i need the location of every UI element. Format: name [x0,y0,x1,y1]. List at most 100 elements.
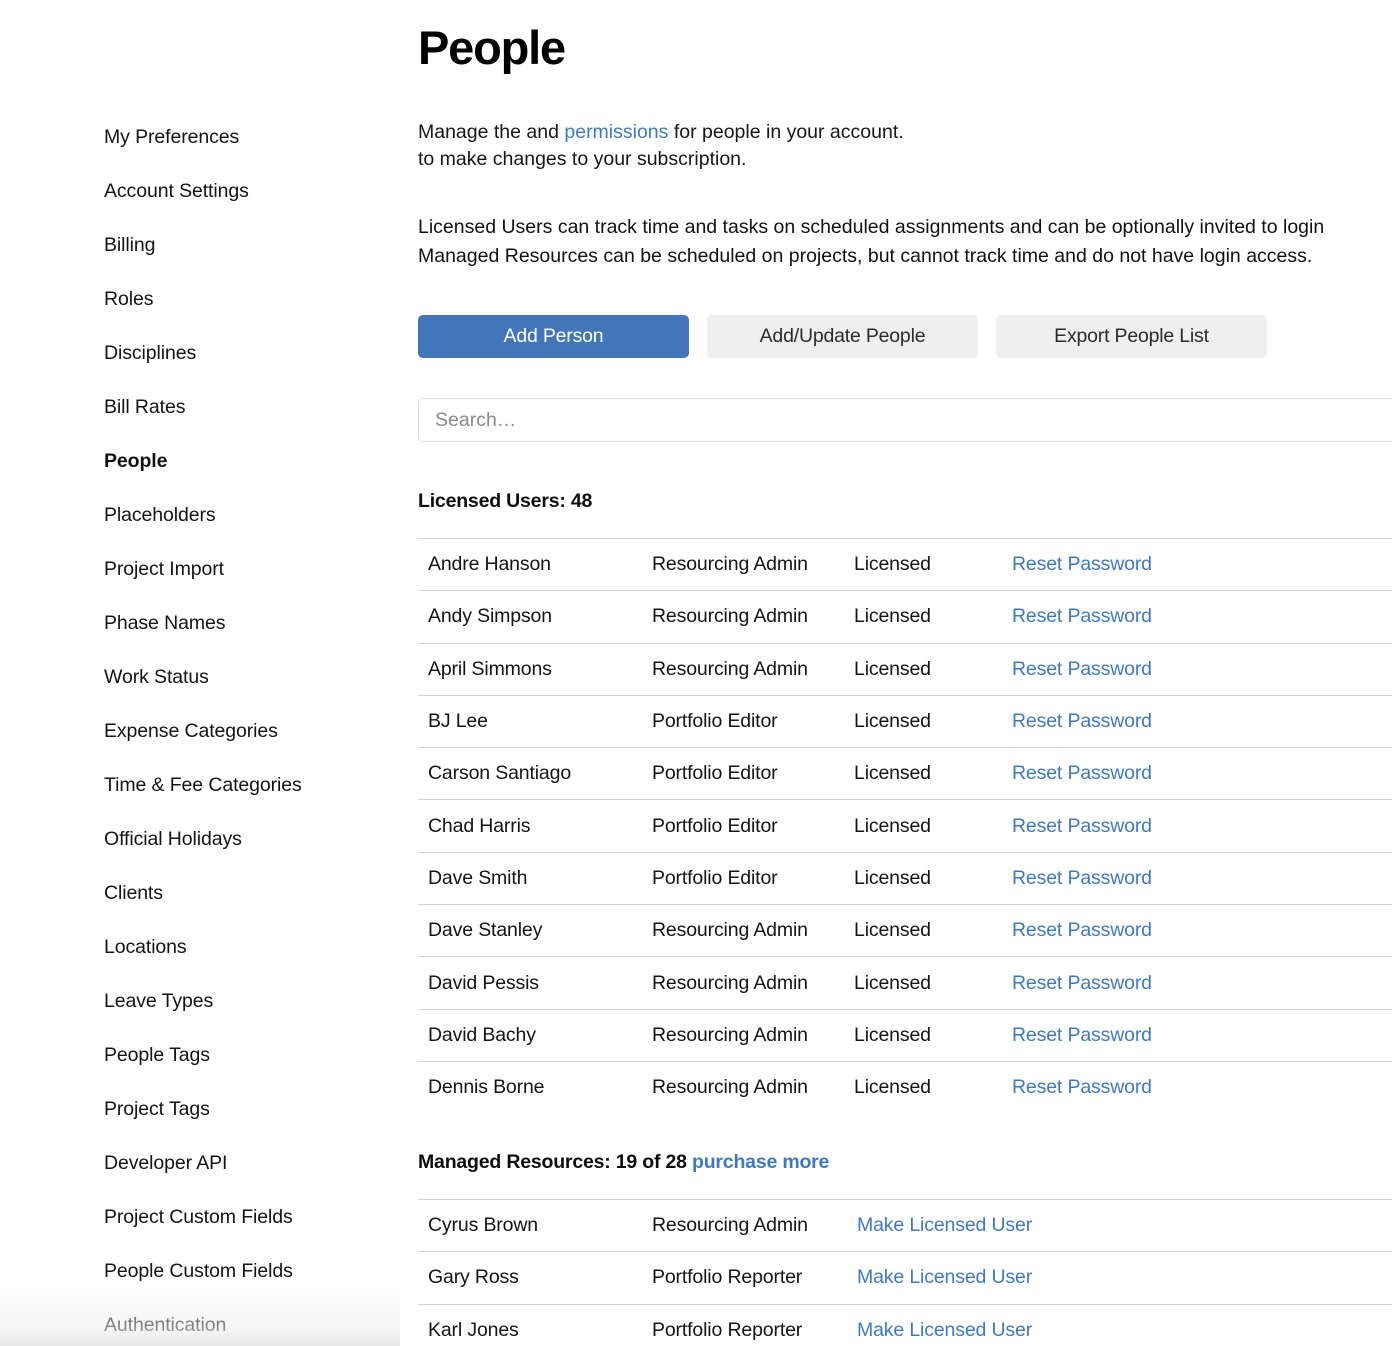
export-people-list-button[interactable]: Export People List [996,315,1267,358]
table-row: Andre HansonResourcing AdminLicensedRese… [418,539,1392,591]
table-row: Andy SimpsonResourcing AdminLicensedRese… [418,591,1392,643]
person-status: Licensed [854,867,1012,890]
note-line-2: Managed Resources can be scheduled on pr… [418,245,1312,267]
intro-after-link: for people in your account. [668,121,903,143]
person-role: Portfolio Editor [652,867,854,890]
reset-password-link[interactable]: Reset Password [1012,919,1152,942]
managed-resources-count: Managed Resources: 19 of 28 [418,1151,692,1173]
reset-password-link[interactable]: Reset Password [1012,815,1152,838]
permissions-link[interactable]: permissions [564,121,668,143]
person-status: Licensed [854,1076,1012,1099]
sidebar-item-people-custom-fields[interactable]: People Custom Fields [0,1244,400,1298]
sidebar-item-authentication[interactable]: Authentication [0,1298,400,1346]
intro-before-link: Manage the and [418,121,564,143]
make-licensed-user-link[interactable]: Make Licensed User [857,1266,1032,1289]
sidebar-item-clients[interactable]: Clients [0,866,400,920]
person-role: Resourcing Admin [652,1214,857,1237]
person-status: Licensed [854,658,1012,681]
sidebar-item-my-preferences[interactable]: My Preferences [0,110,400,164]
table-row: Carson SantiagoPortfolio EditorLicensedR… [418,748,1392,800]
person-status: Licensed [854,1024,1012,1047]
reset-password-link[interactable]: Reset Password [1012,972,1152,995]
person-name: Dennis Borne [418,1076,652,1099]
sidebar-item-work-status[interactable]: Work Status [0,650,400,704]
person-name: Gary Ross [418,1266,652,1289]
person-role: Resourcing Admin [652,919,854,942]
table-row: Karl JonesPortfolio ReporterMake License… [418,1305,1392,1346]
person-name: Andy Simpson [418,605,652,628]
managed-resources-table[interactable]: Cyrus BrownResourcing AdminMake Licensed… [418,1199,1392,1346]
licensed-users-table[interactable]: Andre HansonResourcing AdminLicensedRese… [418,538,1392,1103]
person-name: Cyrus Brown [418,1214,652,1237]
sidebar-item-account-settings[interactable]: Account Settings [0,164,400,218]
sidebar-item-bill-rates[interactable]: Bill Rates [0,380,400,434]
reset-password-link[interactable]: Reset Password [1012,867,1152,890]
sidebar-item-people[interactable]: People [0,434,400,488]
sidebar-item-placeholders[interactable]: Placeholders [0,488,400,542]
add-update-people-button[interactable]: Add/Update People [707,315,978,358]
licensed-users-heading: Licensed Users: 48 [418,490,1392,513]
add-person-button[interactable]: Add Person [418,315,689,358]
action-button-row: Add Person Add/Update People Export Peop… [418,315,1392,358]
sidebar-item-disciplines[interactable]: Disciplines [0,326,400,380]
make-licensed-user-link[interactable]: Make Licensed User [857,1214,1032,1237]
table-row: Gary RossPortfolio ReporterMake Licensed… [418,1252,1392,1304]
person-role: Resourcing Admin [652,658,854,681]
person-name: Dave Stanley [418,919,652,942]
person-name: David Bachy [418,1024,652,1047]
person-role: Portfolio Editor [652,710,854,733]
reset-password-link[interactable]: Reset Password [1012,1024,1152,1047]
settings-sidebar: My PreferencesAccount SettingsBillingRol… [0,0,400,1346]
person-role: Resourcing Admin [652,553,854,576]
reset-password-link[interactable]: Reset Password [1012,762,1152,785]
person-role: Portfolio Editor [652,762,854,785]
reset-password-link[interactable]: Reset Password [1012,553,1152,576]
search-input[interactable] [418,398,1392,442]
person-status: Licensed [854,815,1012,838]
sidebar-item-people-tags[interactable]: People Tags [0,1028,400,1082]
person-name: Andre Hanson [418,553,652,576]
sidebar-item-expense-categories[interactable]: Expense Categories [0,704,400,758]
search-container [418,398,1392,442]
intro-line-2: to make changes to your subscription. [418,148,746,170]
person-name: Karl Jones [418,1319,652,1342]
person-role: Resourcing Admin [652,605,854,628]
reset-password-link[interactable]: Reset Password [1012,1076,1152,1099]
purchase-more-link[interactable]: purchase more [692,1151,829,1173]
sidebar-item-locations[interactable]: Locations [0,920,400,974]
person-status: Licensed [854,972,1012,995]
person-role: Resourcing Admin [652,1024,854,1047]
sidebar-item-developer-api[interactable]: Developer API [0,1136,400,1190]
people-settings-page: My PreferencesAccount SettingsBillingRol… [0,0,1392,1346]
managed-resources-heading: Managed Resources: 19 of 28 purchase mor… [418,1151,1392,1174]
person-status: Licensed [854,710,1012,733]
person-name: Carson Santiago [418,762,652,785]
sidebar-item-roles[interactable]: Roles [0,272,400,326]
reset-password-link[interactable]: Reset Password [1012,710,1152,733]
sidebar-item-project-tags[interactable]: Project Tags [0,1082,400,1136]
person-name: David Pessis [418,972,652,995]
person-status: Licensed [854,553,1012,576]
person-name: April Simmons [418,658,652,681]
make-licensed-user-link[interactable]: Make Licensed User [857,1319,1032,1342]
sidebar-item-phase-names[interactable]: Phase Names [0,596,400,650]
sidebar-item-billing[interactable]: Billing [0,218,400,272]
person-status: Licensed [854,762,1012,785]
note-line-1: Licensed Users can track time and tasks … [418,216,1324,238]
person-name: Dave Smith [418,867,652,890]
sidebar-item-leave-types[interactable]: Leave Types [0,974,400,1028]
sidebar-item-time-fee-categories[interactable]: Time & Fee Categories [0,758,400,812]
page-title: People [418,20,1392,75]
reset-password-link[interactable]: Reset Password [1012,605,1152,628]
person-status: Licensed [854,919,1012,942]
person-role: Portfolio Reporter [652,1266,857,1289]
reset-password-link[interactable]: Reset Password [1012,658,1152,681]
person-name: BJ Lee [418,710,652,733]
sidebar-item-official-holidays[interactable]: Official Holidays [0,812,400,866]
licensing-note: Licensed Users can track time and tasks … [418,213,1392,271]
sidebar-item-project-custom-fields[interactable]: Project Custom Fields [0,1190,400,1244]
sidebar-item-project-import[interactable]: Project Import [0,542,400,596]
table-row: BJ LeePortfolio EditorLicensedReset Pass… [418,696,1392,748]
main-content: People Manage the and permissions for pe… [400,0,1392,1346]
sidebar-nav-list: My PreferencesAccount SettingsBillingRol… [0,110,400,1346]
